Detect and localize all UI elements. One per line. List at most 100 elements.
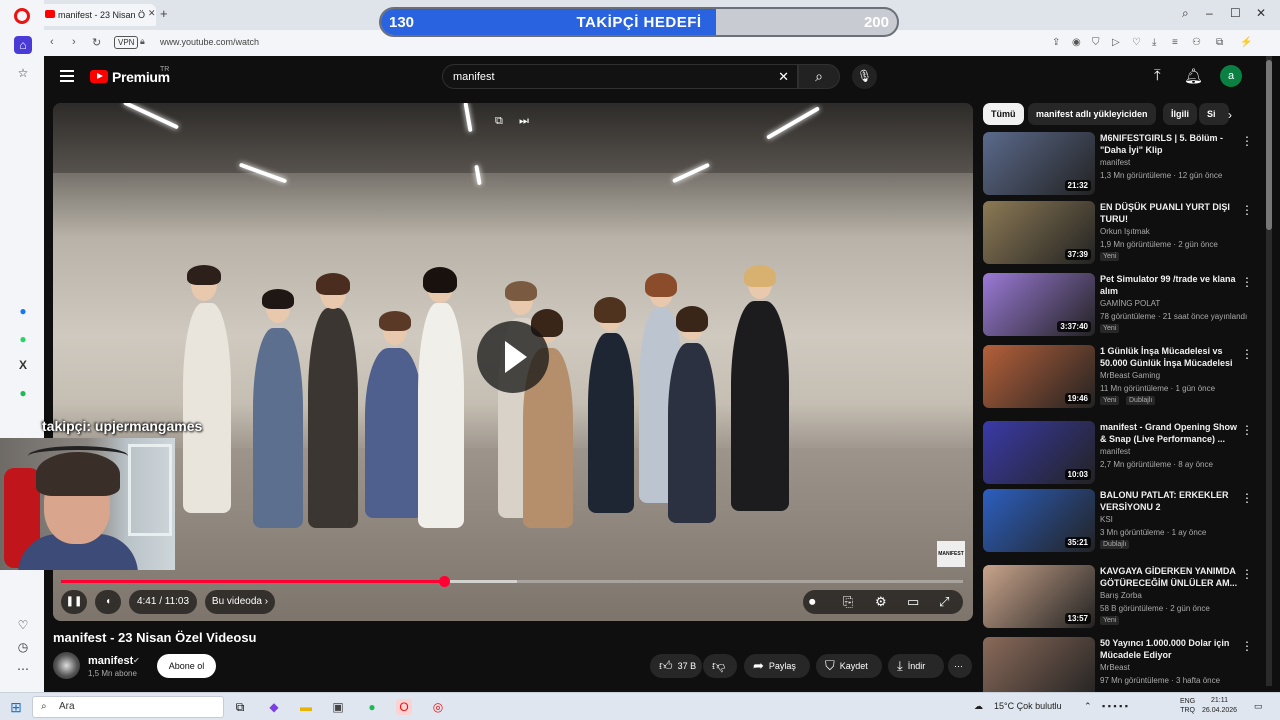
recommendation-item[interactable]: 35:21 BALONU PATLAT: ERKEKLER VERSİYONU 2…: [983, 489, 1255, 553]
language-indicator[interactable]: ENG TRQ: [1180, 697, 1195, 715]
recommendation-title[interactable]: Pet Simulator 99 /trade ve klana alım: [1100, 273, 1240, 297]
search-input[interactable]: [453, 69, 773, 85]
windows-start-icon[interactable]: ⊞: [8, 699, 24, 715]
recommendation-item[interactable]: 13:57 KAVGAYA GİDERKEN YANIMDA GÖTÜRECEĞİ…: [983, 565, 1255, 629]
heart-icon[interactable]: ♡: [14, 616, 32, 634]
store-icon[interactable]: ▣: [330, 699, 346, 715]
spotify-icon[interactable]: ●: [14, 384, 32, 402]
taskbar-opera-gx-icon[interactable]: ◎: [430, 699, 446, 715]
chip-more[interactable]: Si: [1199, 103, 1229, 125]
url-field[interactable]: www.youtube.com/watch: [160, 37, 259, 47]
recommendation-item[interactable]: 10:03 manifest - Grand Opening Show & Sna…: [983, 421, 1255, 485]
chip-all[interactable]: Tümü: [983, 103, 1024, 125]
recommendation-title[interactable]: manifest - Grand Opening Show & Snap (Li…: [1100, 421, 1240, 445]
recommendation-title[interactable]: BALONU PATLAT: ERKEKLER VERSİYONU 2: [1100, 489, 1240, 513]
history-icon[interactable]: ◷: [14, 638, 32, 656]
more-icon[interactable]: ⋯: [14, 660, 32, 678]
skip-icon[interactable]: ⏭︎: [519, 115, 529, 128]
subtitles-icon[interactable]: ⎘: [843, 594, 853, 610]
recommendation-thumbnail[interactable]: [983, 637, 1095, 700]
taskbar-search[interactable]: ⌕ Ara: [32, 696, 224, 718]
maximize-icon[interactable]: ☐: [1230, 6, 1241, 20]
more-actions-button[interactable]: ⋯: [948, 654, 972, 678]
file-explorer-icon[interactable]: ▬: [298, 699, 314, 715]
mute-button[interactable]: ◖: [95, 590, 121, 614]
recommendation-thumbnail[interactable]: 19:46: [983, 345, 1095, 408]
new-tab-icon[interactable]: +: [160, 6, 168, 21]
camera-icon[interactable]: ◉: [1072, 37, 1081, 48]
theater-mode-icon[interactable]: ▭: [907, 594, 919, 610]
recommendation-title[interactable]: M6NIFESTGIRLS | 5. Bölüm - "Daha İyi" Kl…: [1100, 132, 1240, 156]
recommendation-item[interactable]: 21:32 M6NIFESTGIRLS | 5. Bölüm - "Daha İy…: [983, 132, 1255, 196]
like-button[interactable]: 👍︎ 37 B: [650, 654, 702, 678]
dislike-button[interactable]: 👎︎: [703, 654, 737, 678]
chip-related[interactable]: İlgili: [1163, 103, 1197, 125]
video-player[interactable]: ⧉ ⏭︎ MANIFEST ❚❚ ◖ 4:41 / 11:03 Bu video…: [53, 103, 973, 621]
page-scrollbar-thumb[interactable]: [1266, 60, 1272, 230]
x-icon[interactable]: X: [14, 356, 32, 374]
play-overlay-button[interactable]: [477, 321, 549, 393]
home-icon[interactable]: ⌂: [14, 36, 32, 54]
close-window-icon[interactable]: ✕: [1256, 6, 1266, 20]
recommendation-thumbnail[interactable]: 10:03: [983, 421, 1095, 484]
more-vert-icon[interactable]: ⋮: [1241, 275, 1253, 289]
fullscreen-icon[interactable]: ⤢: [939, 594, 949, 610]
recommendation-title[interactable]: 50 Yayıncı 1.000.000 Dolar için Mücadele…: [1100, 637, 1240, 661]
weather-text[interactable]: 15°C Çok bulutlu: [994, 701, 1062, 711]
progress-bar[interactable]: [61, 576, 963, 587]
browser-tab[interactable]: manifest - 23 Nisan Ö: [40, 4, 156, 26]
more-vert-icon[interactable]: ⋮: [1241, 203, 1253, 217]
download-button[interactable]: ⤓ İndir: [888, 654, 944, 678]
recommendation-item[interactable]: 3:37:40 Pet Simulator 99 /trade ve klana …: [983, 273, 1255, 337]
taskbar-opera-icon[interactable]: O: [396, 699, 412, 715]
menu-icon[interactable]: ≡: [1172, 37, 1178, 48]
player-icon[interactable]: ▷: [1112, 37, 1120, 48]
recommendation-title[interactable]: EN DÜŞÜK PUANLI YURT DIŞI TURU!: [1100, 201, 1240, 225]
whatsapp-icon[interactable]: ●: [14, 330, 32, 348]
search-tabs-icon[interactable]: ⌕: [1182, 6, 1189, 21]
task-view-icon[interactable]: ⧉: [232, 699, 248, 715]
recommendation-title[interactable]: KAVGAYA GİDERKEN YANIMDA GÖTÜRECEĞİM ÜNL…: [1100, 565, 1240, 589]
copilot-icon[interactable]: ◆: [266, 699, 282, 715]
voice-search-button[interactable]: 🎙︎: [852, 64, 877, 89]
notifications-bell-icon[interactable]: 🔔︎: [1184, 67, 1203, 85]
autoplay-toggle-icon[interactable]: ⏺︎: [809, 594, 816, 610]
download-icon[interactable]: ⤓: [1152, 37, 1156, 48]
reload-icon[interactable]: ↻: [92, 36, 101, 49]
chapter-button[interactable]: Bu videoda ›: [205, 590, 275, 614]
more-vert-icon[interactable]: ⋮: [1241, 491, 1253, 505]
clear-search-icon[interactable]: ✕: [778, 69, 789, 85]
tray-app-icons[interactable]: ▪ ▪ ▪ ▪ ▪: [1102, 701, 1128, 711]
pause-button[interactable]: ❚❚: [61, 590, 87, 614]
messenger-icon[interactable]: ●: [14, 302, 32, 320]
star-icon[interactable]: ☆: [14, 64, 32, 82]
more-vert-icon[interactable]: ⋮: [1241, 347, 1253, 361]
save-button[interactable]: ⛉ Kaydet: [816, 654, 882, 678]
opera-logo-icon[interactable]: [14, 8, 30, 24]
settings-gear-icon[interactable]: ⚙: [875, 594, 887, 610]
recommendation-title[interactable]: 1 Günlük İnşa Mücadelesi vs 50.000 Günlü…: [1100, 345, 1240, 369]
more-vert-icon[interactable]: ⋮: [1241, 567, 1253, 581]
subscribe-button[interactable]: Abone ol: [157, 654, 216, 678]
hamburger-menu-icon[interactable]: [60, 70, 74, 82]
recommendation-thumbnail[interactable]: 13:57: [983, 565, 1095, 628]
notifications-icon[interactable]: ▭: [1254, 701, 1263, 712]
channel-name[interactable]: manifest: [88, 655, 133, 667]
channel-watermark[interactable]: MANIFEST: [937, 541, 965, 567]
share-button[interactable]: ➦ Paylaş: [744, 654, 810, 678]
back-icon[interactable]: ‹: [50, 36, 54, 48]
more-vert-icon[interactable]: ⋮: [1241, 134, 1253, 148]
more-vert-icon[interactable]: ⋮: [1241, 423, 1253, 437]
channel-avatar[interactable]: [53, 652, 80, 679]
vpn-badge[interactable]: VPN: [114, 36, 139, 49]
clock[interactable]: 21:11 26.04.2026: [1202, 696, 1237, 716]
recommendation-item[interactable]: 37:39 EN DÜŞÜK PUANLI YURT DIŞI TURU! Orku…: [983, 201, 1255, 265]
tab-close-icon[interactable]: ✕: [148, 8, 156, 19]
recommendation-thumbnail[interactable]: 21:32: [983, 132, 1095, 195]
recommendation-thumbnail[interactable]: 3:37:40: [983, 273, 1095, 336]
share-page-icon[interactable]: ⇪: [1052, 37, 1060, 48]
recommendation-thumbnail[interactable]: 37:39: [983, 201, 1095, 264]
chips-next-icon[interactable]: ›: [1228, 108, 1232, 122]
ai-icon[interactable]: ⚡: [1240, 37, 1252, 48]
tray-overflow-icon[interactable]: ⌃: [1084, 701, 1092, 712]
